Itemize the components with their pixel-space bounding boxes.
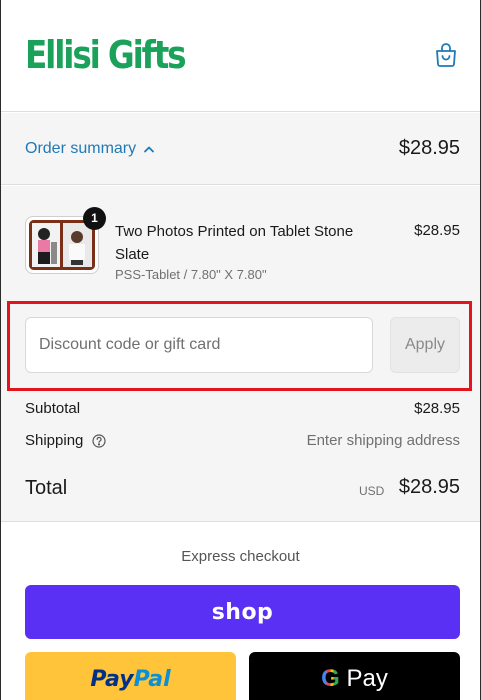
subtotal-value: $28.95 bbox=[414, 400, 460, 417]
total-value: $28.95 bbox=[398, 476, 460, 498]
order-summary-panel: 1 Two Photos Printed on Tablet Stone Sla… bbox=[1, 186, 480, 522]
quantity-badge: 1 bbox=[83, 207, 106, 230]
summary-total: $28.95 bbox=[398, 137, 460, 159]
subtotal-label: Subtotal bbox=[25, 400, 81, 417]
product-price: $28.95 bbox=[414, 222, 460, 239]
shipping-value: Enter shipping address bbox=[306, 432, 460, 449]
help-circle-icon[interactable] bbox=[92, 434, 106, 448]
chevron-up-icon bbox=[144, 146, 154, 153]
express-checkout-heading: Express checkout bbox=[181, 548, 300, 565]
paypal-button[interactable]: PayPal bbox=[25, 652, 236, 700]
google-pay-button[interactable]: G Pay bbox=[249, 652, 460, 700]
shipping-label: Shipping bbox=[25, 432, 84, 449]
checkout-page: Ellisi Gifts Order summary $28.95 1 Two … bbox=[0, 0, 481, 700]
total-label: Total bbox=[25, 477, 68, 499]
shop-pay-button[interactable]: shop bbox=[25, 585, 460, 639]
product-variant: PSS-Tablet / 7.80" X 7.80" bbox=[115, 267, 267, 282]
store-logo[interactable]: Ellisi Gifts bbox=[25, 24, 187, 86]
order-summary-label: Order summary bbox=[25, 140, 137, 157]
header: Ellisi Gifts bbox=[1, 0, 480, 112]
product-thumbnail: 1 bbox=[25, 207, 106, 274]
paypal-wordmark-pay: Pay bbox=[90, 666, 134, 692]
product-name: Two Photos Printed on Tablet Stone Slate bbox=[115, 223, 354, 263]
currency-code: USD bbox=[359, 484, 385, 498]
paypal-wordmark-pal: Pal bbox=[133, 666, 171, 692]
google-pay-label: Pay bbox=[346, 665, 388, 692]
discount-code-input[interactable] bbox=[25, 317, 373, 373]
product-image bbox=[29, 220, 95, 270]
apply-discount-button[interactable]: Apply bbox=[390, 317, 460, 373]
google-g-icon: G bbox=[321, 665, 340, 692]
shopping-bag-icon[interactable] bbox=[434, 42, 458, 68]
order-summary-toggle[interactable]: Order summary $28.95 bbox=[1, 113, 480, 185]
